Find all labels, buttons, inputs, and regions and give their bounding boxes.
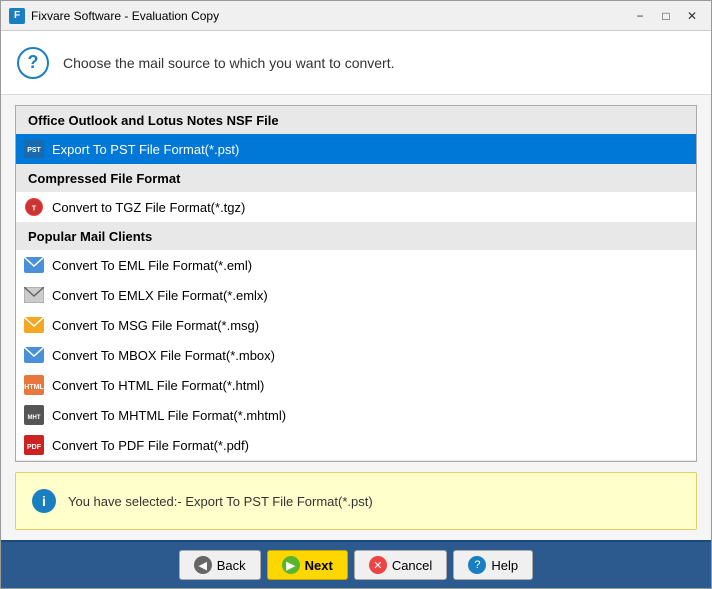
window-controls: − □ ✕ <box>629 6 703 26</box>
window-title: Fixvare Software - Evaluation Copy <box>31 9 629 23</box>
footer: ◀ Back ▶ Next ✕ Cancel ? Help <box>1 540 711 588</box>
svg-text:T: T <box>32 204 37 213</box>
minimize-button[interactable]: − <box>629 6 651 26</box>
main-window: F Fixvare Software - Evaluation Copy − □… <box>0 0 712 589</box>
help-icon: ? <box>468 556 486 574</box>
back-button[interactable]: ◀ Back <box>179 550 261 580</box>
close-button[interactable]: ✕ <box>681 6 703 26</box>
svg-text:MHT: MHT <box>28 415 41 421</box>
category-compressed: Compressed File Format <box>16 164 696 192</box>
next-icon: ▶ <box>282 556 300 574</box>
svg-text:PDF: PDF <box>27 444 42 451</box>
info-box: i You have selected:- Export To PST File… <box>15 472 697 530</box>
category-remote-servers: Upload To Remote Servers <box>16 460 696 461</box>
svg-text:PST: PST <box>27 147 41 154</box>
maximize-button[interactable]: □ <box>655 6 677 26</box>
list-item-pdf[interactable]: PDF Convert To PDF File Format(*.pdf) <box>16 430 696 460</box>
list-item-msg[interactable]: Convert To MSG File Format(*.msg) <box>16 310 696 340</box>
header-area: ? Choose the mail source to which you wa… <box>1 31 711 95</box>
list-item-html[interactable]: HTML Convert To HTML File Format(*.html) <box>16 370 696 400</box>
list-item-mhtml[interactable]: MHT Convert To MHTML File Format(*.mhtml… <box>16 400 696 430</box>
list-item-tgz[interactable]: T Convert to TGZ File Format(*.tgz) <box>16 192 696 222</box>
pdf-icon: PDF <box>24 435 44 455</box>
format-list-scroll[interactable]: Office Outlook and Lotus Notes NSF File … <box>16 106 696 461</box>
tgz-icon: T <box>24 197 44 217</box>
info-text: You have selected:- Export To PST File F… <box>68 494 373 509</box>
cancel-icon: ✕ <box>369 556 387 574</box>
next-button[interactable]: ▶ Next <box>267 550 348 580</box>
msg-icon <box>24 315 44 335</box>
mhtml-icon: MHT <box>24 405 44 425</box>
eml-icon <box>24 255 44 275</box>
emlx-icon <box>24 285 44 305</box>
back-icon: ◀ <box>194 556 212 574</box>
info-icon: i <box>32 489 56 513</box>
title-bar: F Fixvare Software - Evaluation Copy − □… <box>1 1 711 31</box>
help-button[interactable]: ? Help <box>453 550 533 580</box>
list-item-pst[interactable]: PST Export To PST File Format(*.pst) <box>16 134 696 164</box>
mbox-icon <box>24 345 44 365</box>
app-icon: F <box>9 8 25 24</box>
list-item-eml[interactable]: Convert To EML File Format(*.eml) <box>16 250 696 280</box>
format-list-container: Office Outlook and Lotus Notes NSF File … <box>15 105 697 462</box>
category-outlook-nsf: Office Outlook and Lotus Notes NSF File <box>16 106 696 134</box>
list-item-emlx[interactable]: Convert To EMLX File Format(*.emlx) <box>16 280 696 310</box>
question-icon: ? <box>17 47 49 79</box>
svg-text:HTML: HTML <box>24 384 44 391</box>
content-area: Office Outlook and Lotus Notes NSF File … <box>1 95 711 540</box>
cancel-button[interactable]: ✕ Cancel <box>354 550 447 580</box>
category-popular: Popular Mail Clients <box>16 222 696 250</box>
pst-icon: PST <box>24 139 44 159</box>
html-icon: HTML <box>24 375 44 395</box>
list-item-mbox[interactable]: Convert To MBOX File Format(*.mbox) <box>16 340 696 370</box>
header-text: Choose the mail source to which you want… <box>63 55 395 71</box>
